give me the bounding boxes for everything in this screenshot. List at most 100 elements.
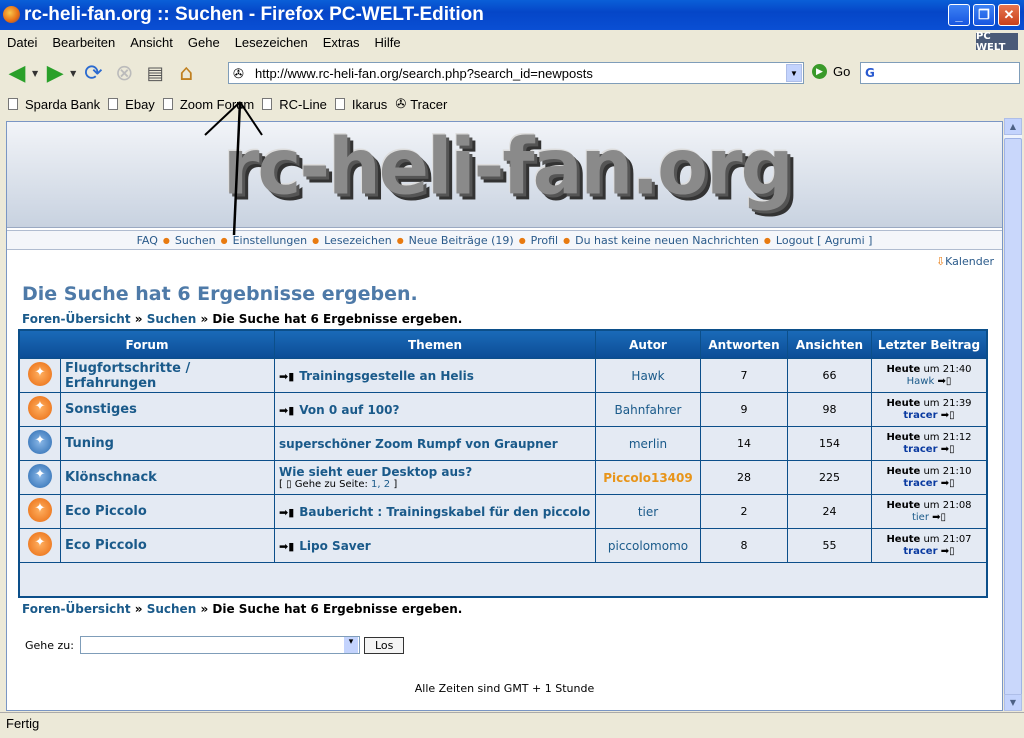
author-link[interactable]: tier (596, 495, 700, 528)
topic-link[interactable]: Baubericht : Trainingskabel für den picc… (299, 505, 590, 519)
forum-jump-select[interactable] (79, 636, 360, 654)
author-link[interactable]: Bahnfahrer (596, 393, 700, 426)
last-post: Heute um 21:08 tier ➡▯ (872, 495, 986, 528)
last-poster-link[interactable]: tracer (903, 444, 937, 455)
vertical-scrollbar[interactable]: ▲ ▼ (1004, 118, 1022, 711)
menu-gehe[interactable]: Gehe (181, 35, 228, 50)
menu-hilfe[interactable]: Hilfe (368, 35, 409, 50)
author-link[interactable]: Hawk (596, 359, 700, 392)
site-logo[interactable]: rc-heli-fan.org (223, 122, 794, 212)
nav-suchen[interactable]: Suchen (170, 234, 221, 247)
bookmark-item[interactable]: Zoom Forum (162, 97, 254, 112)
author-link[interactable]: Piccolo13409 (596, 461, 700, 494)
last-poster-link[interactable]: tracer (903, 478, 937, 489)
forum-link[interactable]: Sonstiges (61, 393, 274, 426)
last-poster-link[interactable]: Hawk (907, 376, 935, 387)
nav-neue-beitraege[interactable]: Neue Beiträge (19) (404, 234, 519, 247)
forum-link[interactable]: Tuning (61, 427, 274, 460)
url-input[interactable]: ✇ http://www.rc-heli-fan.org/search.php?… (228, 62, 804, 84)
bookmark-item[interactable]: ✇ Tracer (395, 96, 447, 112)
breadcrumb-search[interactable]: Suchen (147, 602, 197, 616)
newest-post-icon[interactable]: ➡▮ (279, 404, 294, 417)
bookmark-item[interactable]: Sparda Bank (8, 97, 100, 112)
url-dropdown-icon[interactable]: ▼ (786, 64, 802, 82)
bookmark-item[interactable]: RC-Line (262, 97, 327, 112)
goto-post-icon[interactable]: ➡▯ (937, 376, 951, 387)
scroll-down-icon[interactable]: ▼ (1004, 694, 1022, 711)
scroll-up-icon[interactable]: ▲ (1004, 118, 1022, 135)
maximize-button[interactable]: ❐ (973, 4, 995, 26)
forward-button[interactable]: ▶ (41, 59, 69, 87)
goto-post-icon[interactable]: ➡▯ (932, 512, 946, 523)
stop-icon[interactable]: ⊗ (110, 59, 138, 87)
kalender-link[interactable]: ⇩Kalender (936, 255, 994, 268)
nav-faq[interactable]: FAQ (132, 234, 163, 247)
nav-logout[interactable]: Logout [ Agrumi ] (771, 234, 878, 247)
scroll-thumb[interactable] (1004, 138, 1022, 698)
last-post: Heute um 21:07 tracer ➡▯ (872, 529, 986, 562)
reload-icon[interactable]: ⟳ (79, 59, 107, 87)
goto-post-icon[interactable]: ➡▯ (941, 478, 955, 489)
topic-link[interactable]: Lipo Saver (299, 539, 370, 553)
breadcrumb: Foren-Übersicht » Suchen » Die Suche hat… (22, 312, 463, 326)
bookmark-item[interactable]: Ebay (108, 97, 155, 112)
menu-lesezeichen[interactable]: Lesezeichen (228, 35, 316, 50)
topic-link[interactable]: superschöner Zoom Rumpf von Graupner (279, 437, 558, 451)
menu-bearbeiten[interactable]: Bearbeiten (45, 35, 123, 50)
newest-post-icon[interactable]: ➡▮ (279, 506, 294, 519)
search-input[interactable]: G (860, 62, 1020, 84)
newest-post-icon[interactable]: ➡▮ (279, 540, 294, 553)
los-button[interactable]: Los (363, 636, 405, 654)
menu-extras[interactable]: Extras (316, 35, 368, 50)
nav-profil[interactable]: Profil (526, 234, 563, 247)
site-icon: ✇ (233, 66, 244, 81)
breadcrumb-home[interactable]: Foren-Übersicht (22, 312, 131, 326)
forward-dropdown-icon[interactable]: ▼ (70, 69, 76, 78)
page-icon: ▯ (286, 479, 292, 490)
close-button[interactable]: ✕ (998, 4, 1020, 26)
nav-lesezeichen[interactable]: Lesezeichen (319, 234, 397, 247)
page-icon (262, 98, 273, 110)
minimize-button[interactable]: _ (948, 4, 970, 26)
topic-link[interactable]: Wie sieht euer Desktop aus? (279, 465, 472, 479)
nav-nachrichten[interactable]: Du hast keine neuen Nachrichten (570, 234, 764, 247)
author-link[interactable]: piccolomomo (596, 529, 700, 562)
last-poster-link[interactable]: tracer (903, 546, 937, 557)
views-count: 225 (788, 461, 871, 494)
bookmark-item[interactable]: Ikarus (334, 97, 387, 112)
page-icon (334, 98, 345, 110)
status-bar: Fertig (0, 712, 1024, 734)
print-icon[interactable]: ▤ (141, 59, 169, 87)
topic-link[interactable]: Trainingsgestelle an Helis (299, 369, 474, 383)
goto-post-icon[interactable]: ➡▯ (941, 444, 955, 455)
nav-einstellungen[interactable]: Einstellungen (228, 234, 313, 247)
browser-window: rc-heli-fan.org :: Suchen - Firefox PC-W… (0, 0, 1024, 738)
col-ansichten: Ansichten (788, 331, 871, 358)
home-icon[interactable]: ⌂ (172, 59, 200, 87)
forum-link[interactable]: Flugfortschritte / Erfahrungen (61, 359, 274, 392)
pages-links[interactable]: 1, 2 (371, 479, 390, 490)
author-link[interactable]: merlin (596, 427, 700, 460)
results-table: Forum Themen Autor Antworten Ansichten L… (18, 329, 988, 598)
url-text: http://www.rc-heli-fan.org/search.php?se… (255, 65, 593, 81)
breadcrumb-home[interactable]: Foren-Übersicht (22, 602, 131, 616)
replies-count: 28 (701, 461, 787, 494)
last-poster-link[interactable]: tier (912, 512, 929, 523)
forum-link[interactable]: Eco Piccolo (61, 529, 274, 562)
goto-post-icon[interactable]: ➡▯ (941, 546, 955, 557)
menu-datei[interactable]: Datei (0, 35, 45, 50)
menu-ansicht[interactable]: Ansicht (123, 35, 181, 50)
forum-link[interactable]: Eco Piccolo (61, 495, 274, 528)
back-dropdown-icon[interactable]: ▼ (32, 69, 38, 78)
back-button[interactable]: ◀ (3, 59, 31, 87)
forum-link[interactable]: Klönschnack (61, 461, 274, 494)
goto-post-icon[interactable]: ➡▯ (941, 410, 955, 421)
go-button[interactable]: ▶ Go (812, 64, 850, 79)
go-icon: ▶ (812, 64, 827, 79)
last-poster-link[interactable]: tracer (903, 410, 937, 421)
breadcrumb-search[interactable]: Suchen (147, 312, 197, 326)
topic-link[interactable]: Von 0 auf 100? (299, 403, 399, 417)
newest-post-icon[interactable]: ➡▮ (279, 370, 294, 383)
col-forum: Forum (20, 331, 274, 358)
breadcrumb-current: Die Suche hat 6 Ergebnisse ergeben. (212, 602, 463, 616)
